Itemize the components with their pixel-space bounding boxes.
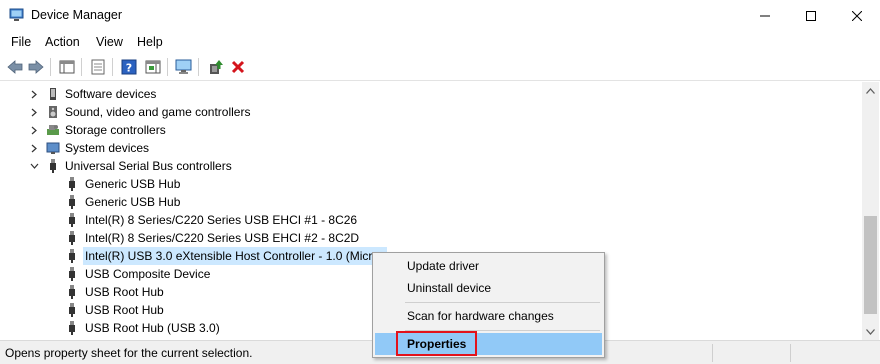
tree-item-usb-device[interactable]: Generic USB Hub: [0, 193, 862, 211]
scroll-down-icon[interactable]: [862, 323, 879, 340]
tree-item-usb-device[interactable]: Intel(R) 8 Series/C220 Series USB EHCI #…: [0, 211, 862, 229]
window-title: Device Manager: [31, 8, 123, 22]
toolbar-separator: [167, 58, 168, 76]
tree-item-label: Sound, video and game controllers: [65, 105, 251, 119]
toolbar-separator: [50, 58, 51, 76]
status-text: Opens property sheet for the current sel…: [5, 346, 253, 360]
action-pane-icon[interactable]: [143, 57, 163, 77]
menu-bar: File Action View Help: [0, 31, 880, 53]
menu-view[interactable]: View: [96, 35, 123, 49]
tree-item-label: System devices: [65, 141, 150, 155]
tree-item-label: Storage controllers: [65, 123, 166, 137]
tree-item-system-devices[interactable]: System devices: [0, 139, 862, 157]
tree-item-label: USB Root Hub: [85, 285, 164, 299]
menu-item-uninstall-device[interactable]: Uninstall device: [375, 277, 602, 299]
menu-item-update-driver[interactable]: Update driver: [375, 255, 602, 277]
tree-item-sound-video-game[interactable]: Sound, video and game controllers: [0, 103, 862, 121]
usb-icon: [65, 303, 79, 317]
usb-icon: [65, 267, 79, 281]
help-icon[interactable]: ?: [119, 57, 139, 77]
usb-icon: [65, 231, 79, 245]
tree-item-label: USB Composite Device: [85, 267, 211, 281]
usb-icon: [65, 249, 79, 263]
properties-highlight-box: [396, 331, 477, 356]
tree-item-label: Universal Serial Bus controllers: [65, 159, 232, 173]
vertical-scrollbar[interactable]: [862, 82, 879, 340]
status-divider: [712, 344, 713, 362]
tree-item-storage-controllers[interactable]: Storage controllers: [0, 121, 862, 139]
usb-icon: [65, 213, 79, 227]
usb-icon: [65, 195, 79, 209]
usb-icon: [65, 321, 79, 335]
scroll-up-icon[interactable]: [862, 82, 879, 99]
menu-file[interactable]: File: [11, 35, 31, 49]
toolbar-separator: [112, 58, 113, 76]
usb-icon: [65, 285, 79, 299]
minimize-button[interactable]: [742, 0, 788, 31]
tree-item-label: USB Root Hub: [85, 303, 164, 317]
show-hide-console-icon[interactable]: [57, 57, 77, 77]
back-arrow-icon[interactable]: [5, 57, 25, 77]
tree-item-usb-device[interactable]: Generic USB Hub: [0, 175, 862, 193]
chevron-down-icon[interactable]: [29, 157, 39, 175]
close-button[interactable]: [834, 0, 880, 31]
tree-item-label: USB Root Hub (USB 3.0): [85, 321, 220, 335]
scan-monitor-icon[interactable]: [174, 57, 194, 77]
properties-icon[interactable]: [88, 57, 108, 77]
speaker-icon: [46, 105, 60, 119]
chevron-right-icon[interactable]: [29, 85, 39, 103]
tree-item-label: Software devices: [65, 87, 157, 101]
tree-item-label: Generic USB Hub: [85, 195, 181, 209]
tree-item-usb-controllers[interactable]: Universal Serial Bus controllers: [0, 157, 862, 175]
usb-icon: [46, 159, 60, 173]
menu-separator: [405, 302, 600, 303]
system-device-icon: [46, 141, 60, 155]
tree-item-label: Intel(R) 8 Series/C220 Series USB EHCI #…: [85, 231, 360, 245]
scrollbar-thumb[interactable]: [864, 216, 877, 314]
uninstall-x-icon[interactable]: [228, 57, 248, 77]
chevron-right-icon[interactable]: [29, 139, 39, 157]
device-manager-icon: [9, 8, 25, 22]
tree-item-label: Intel(R) 8 Series/C220 Series USB EHCI #…: [85, 213, 358, 227]
tree-item-usb-device[interactable]: Intel(R) 8 Series/C220 Series USB EHCI #…: [0, 229, 862, 247]
usb-icon: [65, 177, 79, 191]
svg-text:?: ?: [126, 62, 132, 75]
forward-arrow-icon[interactable]: [26, 57, 46, 77]
toolbar: ?: [0, 53, 880, 81]
software-device-icon: [46, 87, 60, 101]
chevron-right-icon[interactable]: [29, 121, 39, 139]
maximize-button[interactable]: [788, 0, 834, 31]
tree-item-software-devices[interactable]: Software devices: [0, 85, 862, 103]
menu-item-scan-hardware[interactable]: Scan for hardware changes: [375, 305, 602, 327]
tree-item-label: Intel(R) USB 3.0 eXtensible Host Control…: [83, 247, 388, 265]
tree-item-label: Generic USB Hub: [85, 177, 181, 191]
menu-help[interactable]: Help: [137, 35, 163, 49]
menu-action[interactable]: Action: [45, 35, 80, 49]
status-divider: [790, 344, 791, 362]
storage-controller-icon: [46, 123, 60, 137]
title-bar: Device Manager: [0, 0, 880, 31]
toolbar-separator: [198, 58, 199, 76]
toolbar-separator: [81, 58, 82, 76]
enable-device-icon[interactable]: [206, 57, 226, 77]
chevron-right-icon[interactable]: [29, 103, 39, 121]
